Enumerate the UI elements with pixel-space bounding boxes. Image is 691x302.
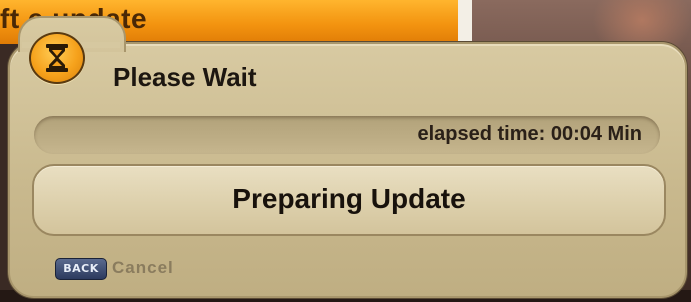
cancel-button[interactable]: Cancel bbox=[112, 258, 174, 278]
elapsed-time-label: elapsed time: bbox=[417, 123, 551, 145]
hourglass-icon bbox=[29, 32, 85, 84]
elapsed-time-value: 00:04 Min bbox=[550, 123, 642, 145]
back-key-icon: BACK bbox=[55, 258, 107, 280]
status-text: Preparing Update bbox=[232, 183, 466, 214]
elapsed-time-text: elapsed time: 00:04 Min bbox=[417, 123, 642, 146]
background-divider bbox=[458, 0, 472, 48]
elapsed-time-bar: elapsed time: 00:04 Min bbox=[34, 116, 660, 154]
dialog-title: Please Wait bbox=[113, 62, 257, 92]
status-box: Preparing Update bbox=[32, 164, 666, 236]
